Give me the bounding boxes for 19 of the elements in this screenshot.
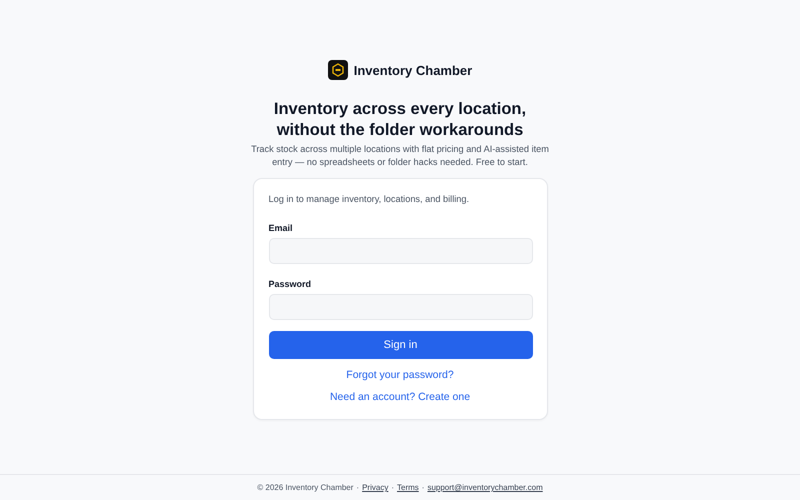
subheadline: Track stock across multiple locations with flat pricing and AI-assisted item entry — no spreadsheets or folder hacks needed. Free to start. — [250, 143, 550, 169]
link[interactable]: Need an account? Create one — [330, 391, 470, 403]
intro-text: Log in to manage inventory, locations, and billing. — [268, 194, 470, 204]
headline: Inventory across every location, without the folder workarounds — [272, 99, 528, 141]
field-label: Password — [268, 279, 312, 289]
footer-link[interactable]: support@inventorychamber.com — [427, 483, 543, 492]
separator: · — [391, 483, 394, 492]
logo-icon — [328, 60, 348, 80]
brand-name: Inventory Chamber — [354, 62, 472, 78]
separator: · — [422, 483, 424, 492]
separator: · — [356, 483, 360, 492]
sign-in-button[interactable]: Sign in — [268, 331, 532, 359]
input-field[interactable] — [268, 294, 532, 320]
field-label: Email — [268, 223, 294, 233]
footer-link[interactable]: Privacy — [362, 483, 388, 492]
input-field[interactable] — [268, 238, 532, 264]
link[interactable]: Forgot your password? — [346, 369, 454, 381]
copyright-text: © 2026 Inventory Chamber — [257, 483, 354, 492]
footer-link[interactable]: Terms — [397, 483, 419, 492]
